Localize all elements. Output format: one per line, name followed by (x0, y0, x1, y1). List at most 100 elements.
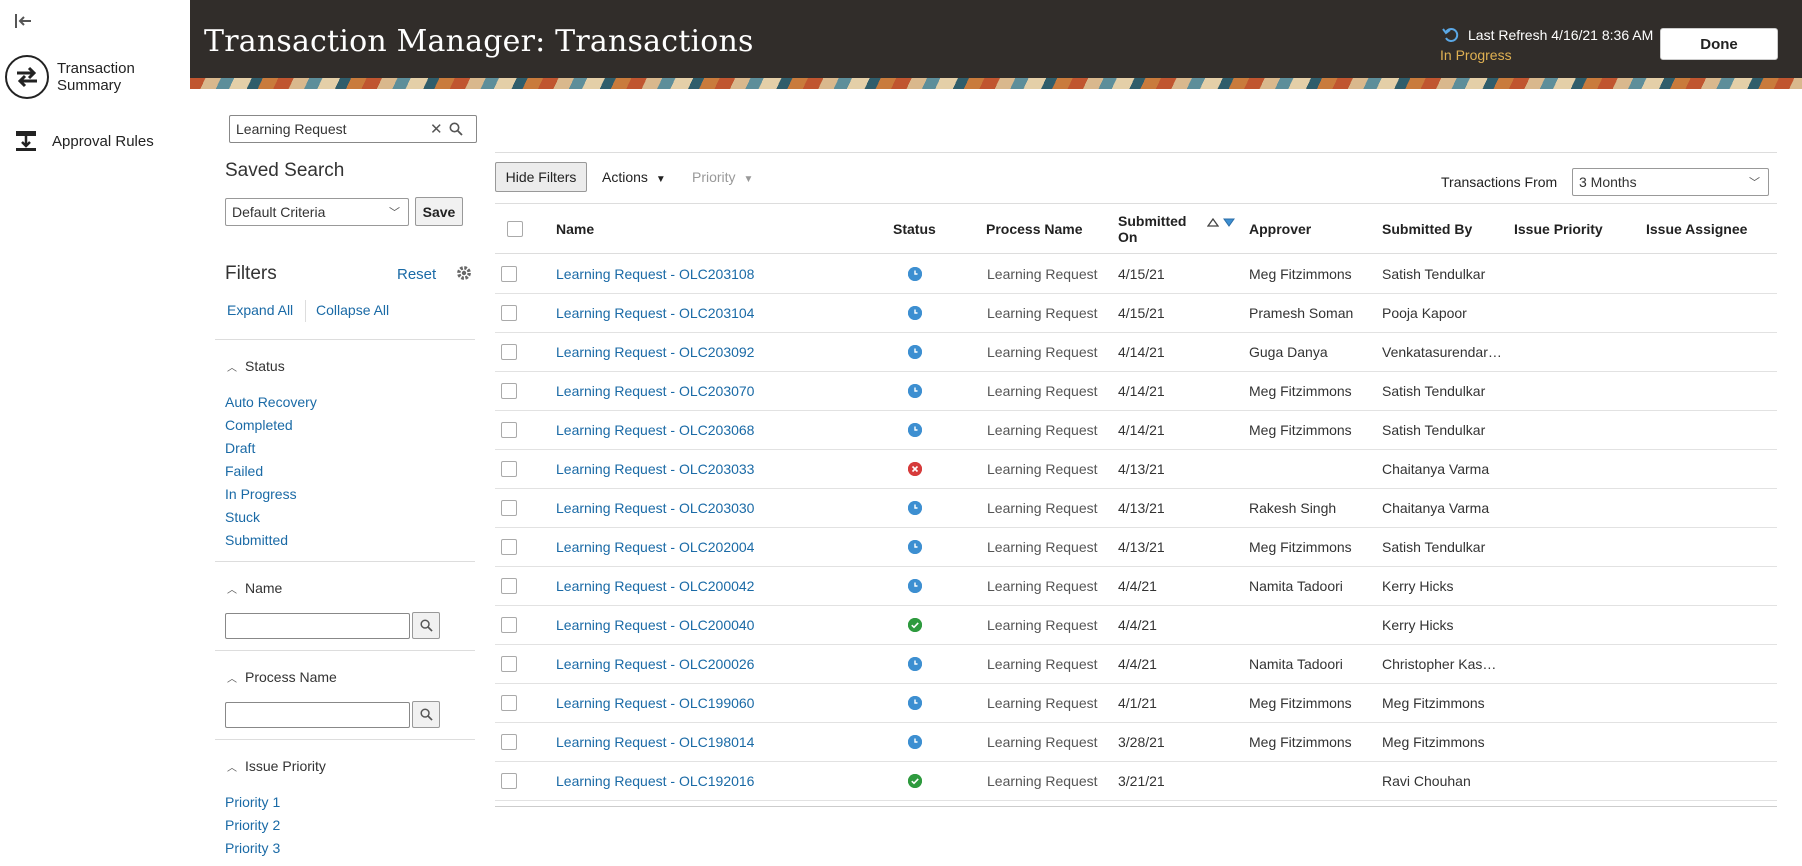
collapse-panel-icon[interactable] (14, 12, 36, 30)
refresh-icon[interactable] (1442, 26, 1460, 44)
priority-filter-3[interactable]: Priority 3 (225, 840, 280, 856)
transaction-name-link[interactable]: Learning Request - OLC200040 (556, 606, 754, 644)
row-checkbox[interactable] (501, 344, 517, 360)
transaction-name-link[interactable]: Learning Request - OLC203108 (556, 255, 754, 293)
table-row[interactable]: Learning Request - OLC203070 Learning Req… (495, 372, 1777, 411)
clock-icon[interactable] (908, 540, 922, 554)
status-filter-auto-recovery[interactable]: Auto Recovery (225, 394, 317, 410)
clock-icon[interactable] (908, 657, 922, 671)
column-header-status[interactable]: Status (893, 204, 936, 253)
check-circle-icon[interactable] (908, 774, 922, 788)
row-checkbox[interactable] (501, 656, 517, 672)
nav-item-transaction-summary[interactable]: Transaction Summary (0, 52, 190, 102)
transactions-from-select[interactable]: 3 Months ﹀ (1572, 168, 1769, 196)
transaction-name-link[interactable]: Learning Request - OLC203030 (556, 489, 754, 527)
select-all-checkbox[interactable] (507, 220, 523, 237)
column-header-issue-priority[interactable]: Issue Priority (1514, 204, 1603, 253)
row-checkbox[interactable] (501, 461, 517, 477)
process-name-filter-input[interactable] (225, 702, 410, 728)
clock-icon[interactable] (908, 306, 922, 320)
priority-filter-2[interactable]: Priority 2 (225, 817, 280, 833)
table-row[interactable]: Learning Request - OLC200042 Learning Req… (495, 567, 1777, 606)
priority-menu[interactable]: Priority ▼ (692, 169, 753, 185)
gear-icon[interactable] (455, 264, 473, 282)
issue-priority-section-header[interactable]: ︿ Issue Priority (227, 758, 326, 774)
transaction-name-link[interactable]: Learning Request - OLC203033 (556, 450, 754, 488)
nav-item-approval-rules[interactable]: Approval Rules (0, 126, 190, 156)
row-checkbox[interactable] (501, 383, 517, 399)
row-checkbox[interactable] (501, 539, 517, 555)
name-filter-input[interactable] (225, 613, 410, 639)
column-header-issue-assignee[interactable]: Issue Assignee (1646, 204, 1747, 253)
row-checkbox[interactable] (501, 266, 517, 282)
name-section-header[interactable]: ︿ Name (227, 580, 282, 596)
clock-icon[interactable] (908, 267, 922, 281)
status-section-header[interactable]: ︿ Status (227, 358, 285, 374)
priority-filter-1[interactable]: Priority 1 (225, 794, 280, 810)
done-button[interactable]: Done (1660, 28, 1778, 60)
row-checkbox[interactable] (501, 500, 517, 516)
table-row[interactable]: Learning Request - OLC200026 Learning Req… (495, 645, 1777, 684)
row-checkbox[interactable] (501, 734, 517, 750)
column-header-process-name[interactable]: Process Name (986, 204, 1083, 253)
row-checkbox[interactable] (501, 305, 517, 321)
status-filter-submitted[interactable]: Submitted (225, 532, 288, 548)
search-input[interactable] (236, 121, 426, 137)
row-checkbox[interactable] (501, 422, 517, 438)
process-name-filter-search-button[interactable] (412, 701, 440, 728)
table-row[interactable]: Learning Request - OLC199060 Learning Req… (495, 684, 1777, 723)
clock-icon[interactable] (908, 345, 922, 359)
status-filter-failed[interactable]: Failed (225, 463, 263, 479)
table-row[interactable]: Learning Request - OLC203030 Learning Req… (495, 489, 1777, 528)
row-checkbox[interactable] (501, 695, 517, 711)
transaction-name-link[interactable]: Learning Request - OLC198014 (556, 723, 754, 761)
process-name-section-header[interactable]: ︿ Process Name (227, 669, 337, 685)
clock-icon[interactable] (908, 384, 922, 398)
actions-menu[interactable]: Actions ▼ (602, 169, 666, 185)
column-header-submitted-on[interactable]: Submitted On (1118, 204, 1198, 253)
sort-ascending-icon[interactable] (1206, 214, 1220, 230)
table-row[interactable]: Learning Request - OLC200040 Learning Req… (495, 606, 1777, 645)
column-header-name[interactable]: Name (556, 204, 594, 253)
table-row[interactable]: Learning Request - OLC203108 Learning Req… (495, 255, 1777, 294)
column-header-approver[interactable]: Approver (1249, 204, 1311, 253)
row-checkbox[interactable] (501, 578, 517, 594)
clock-icon[interactable] (908, 696, 922, 710)
search-field[interactable]: ✕ (229, 115, 477, 143)
save-button[interactable]: Save (415, 197, 463, 226)
saved-search-select[interactable]: Default Criteria ﹀ (225, 198, 409, 226)
row-checkbox[interactable] (501, 773, 517, 789)
clock-icon[interactable] (908, 735, 922, 749)
table-row[interactable]: Learning Request - OLC203104 Learning Req… (495, 294, 1777, 333)
expand-all-link[interactable]: Expand All (227, 302, 293, 318)
table-row[interactable]: Learning Request - OLC203033 Learning Req… (495, 450, 1777, 489)
table-row[interactable]: Learning Request - OLC203068 Learning Req… (495, 411, 1777, 450)
table-row[interactable]: Learning Request - OLC192016 Learning Req… (495, 762, 1777, 801)
name-filter-search-button[interactable] (412, 612, 440, 639)
transaction-name-link[interactable]: Learning Request - OLC203092 (556, 333, 754, 371)
table-row[interactable]: Learning Request - OLC202004 Learning Req… (495, 528, 1777, 567)
transaction-name-link[interactable]: Learning Request - OLC203070 (556, 372, 754, 410)
transaction-name-link[interactable]: Learning Request - OLC192016 (556, 762, 754, 800)
hide-filters-button[interactable]: Hide Filters (495, 162, 587, 192)
status-filter-draft[interactable]: Draft (225, 440, 255, 456)
status-filter-in-progress[interactable]: In Progress (225, 486, 297, 502)
search-icon[interactable] (449, 122, 463, 136)
transaction-name-link[interactable]: Learning Request - OLC200026 (556, 645, 754, 683)
transaction-name-link[interactable]: Learning Request - OLC200042 (556, 567, 754, 605)
table-row[interactable]: Learning Request - OLC203092 Learning Req… (495, 333, 1777, 372)
status-filter-completed[interactable]: Completed (225, 417, 293, 433)
collapse-all-link[interactable]: Collapse All (316, 302, 389, 318)
last-refresh[interactable]: Last Refresh 4/16/21 8:36 AM (1442, 26, 1653, 44)
transaction-name-link[interactable]: Learning Request - OLC199060 (556, 684, 754, 722)
column-header-submitted-by[interactable]: Submitted By (1382, 204, 1472, 253)
clear-icon[interactable]: ✕ (430, 120, 443, 138)
transaction-name-link[interactable]: Learning Request - OLC202004 (556, 528, 754, 566)
error-icon[interactable] (908, 462, 922, 476)
status-filter-stuck[interactable]: Stuck (225, 509, 260, 525)
check-circle-icon[interactable] (908, 618, 922, 632)
sort-descending-icon[interactable] (1223, 214, 1235, 230)
row-checkbox[interactable] (501, 617, 517, 633)
clock-icon[interactable] (908, 579, 922, 593)
table-row[interactable]: Learning Request - OLC198014 Learning Req… (495, 723, 1777, 762)
